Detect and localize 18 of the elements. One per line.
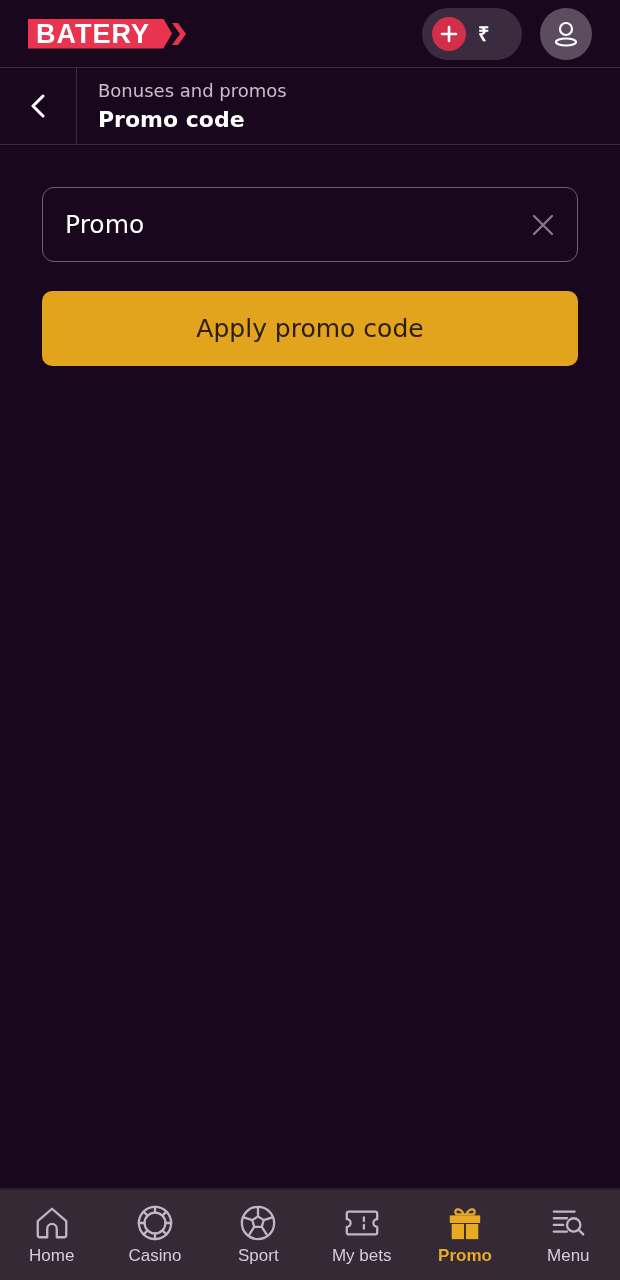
apply-button[interactable]: Apply promo code	[42, 291, 578, 366]
clear-icon[interactable]	[532, 214, 554, 236]
soccer-ball-icon	[239, 1204, 278, 1242]
nav-tab[interactable]: Menu	[516, 1190, 620, 1280]
nav-tab[interactable]: Home	[0, 1190, 104, 1280]
nav-tab[interactable]: My bets	[310, 1190, 414, 1280]
user-icon	[554, 20, 578, 47]
nav-tab[interactable]: Promo	[413, 1190, 517, 1280]
deposit-button[interactable]: ₹	[422, 7, 522, 60]
breadcrumb-parent[interactable]: Bonuses and promos	[98, 80, 287, 101]
profile-button[interactable]	[540, 7, 592, 60]
chevron-icon	[172, 22, 186, 45]
plus-icon	[432, 16, 466, 51]
promo-code-field[interactable]: Promo	[42, 187, 578, 262]
nav-tab[interactable]: Sport	[206, 1190, 310, 1280]
nav-tab[interactable]: Casino	[103, 1190, 207, 1280]
page-title: Promo code	[98, 107, 246, 132]
casino-chip-icon	[136, 1204, 174, 1242]
